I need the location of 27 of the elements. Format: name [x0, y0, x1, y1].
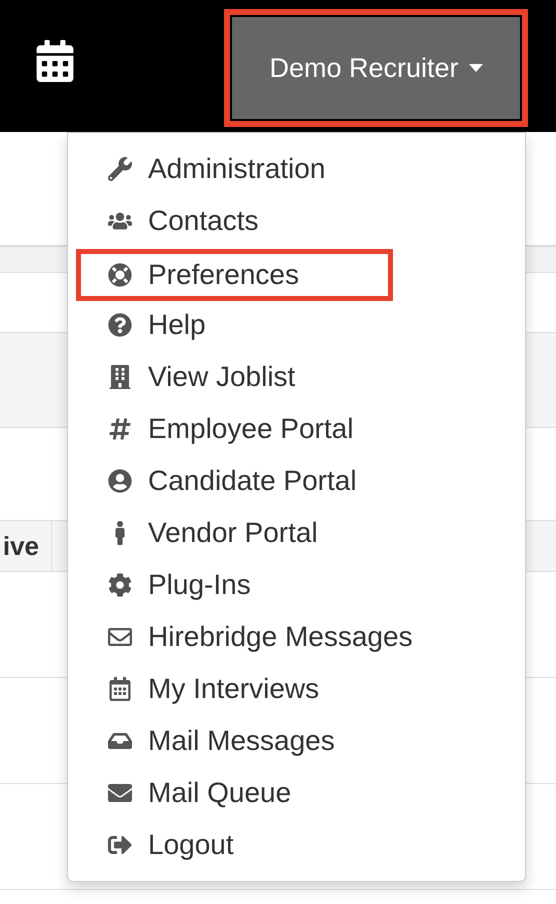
calendar-icon[interactable] — [34, 40, 76, 82]
menu-item[interactable]: Mail Queue — [108, 772, 292, 814]
envelope-icon — [108, 625, 132, 649]
menu-item[interactable]: My Interviews — [108, 668, 320, 710]
life-ring-icon — [108, 263, 132, 287]
menu-item[interactable]: Contacts — [108, 200, 258, 242]
column-header: ive — [0, 521, 52, 571]
menu-item[interactable]: Employee Portal — [108, 408, 354, 450]
menu-item[interactable]: Vendor Portal — [108, 512, 318, 554]
menu-item[interactable]: Administration — [108, 148, 326, 190]
menu-item[interactable]: Plug-Ins — [108, 564, 251, 606]
menu-item[interactable]: Mail Messages — [108, 720, 335, 762]
help-icon — [108, 313, 132, 337]
menu-item[interactable]: Hirebridge Messages — [108, 616, 413, 658]
hashtag-icon — [108, 417, 132, 441]
calendar-icon — [108, 677, 132, 701]
logout-icon — [108, 833, 132, 857]
envelope-icon — [108, 781, 132, 805]
menu-item[interactable]: View Joblist — [108, 356, 296, 398]
menu-item[interactable]: Help — [108, 304, 206, 346]
user-menu-button[interactable]: Demo Recruiter — [232, 17, 520, 119]
building-icon — [108, 365, 132, 389]
menu-item[interactable]: Logout — [108, 824, 234, 866]
wrench-icon — [108, 157, 132, 181]
menu-item[interactable]: Candidate Portal — [108, 460, 357, 502]
caret-icon — [468, 64, 483, 72]
settings-icon — [108, 573, 132, 597]
